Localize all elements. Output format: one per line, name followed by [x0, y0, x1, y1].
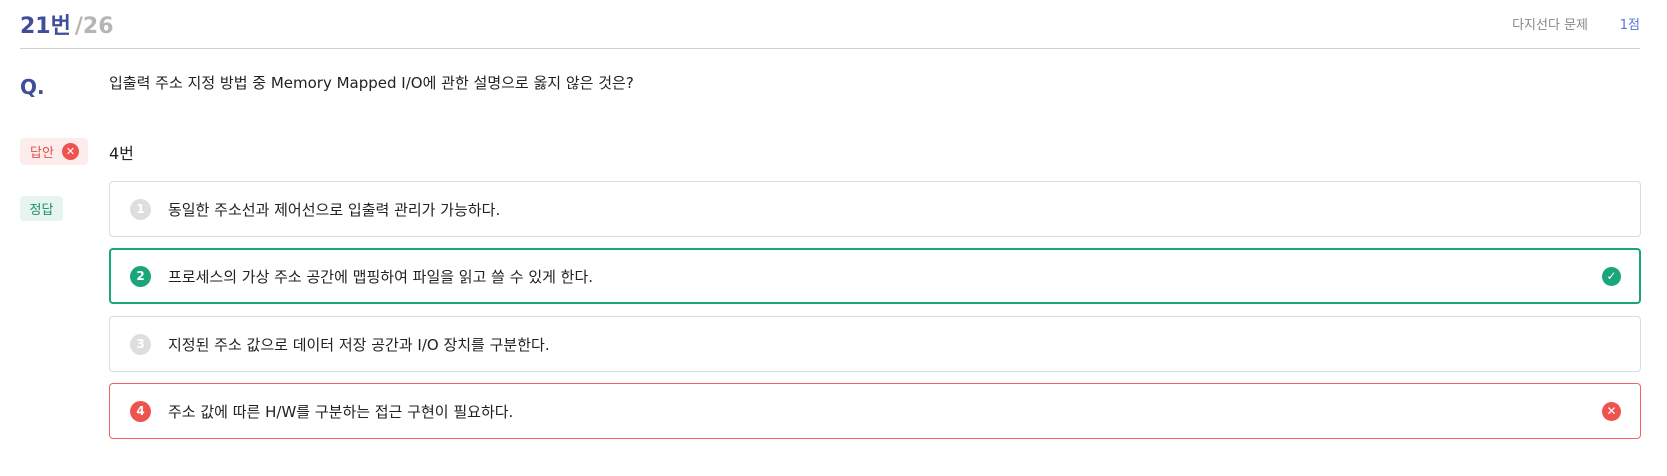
x-circle-icon: ✕ — [1602, 401, 1621, 421]
question-text: 입출력 주소 지정 방법 중 Memory Mapped I/O에 관한 설명으… — [109, 74, 634, 92]
question-type: 다지선다 문제 — [1512, 18, 1588, 33]
option-number-badge: 1 — [130, 198, 151, 220]
option-1[interactable]: 1 동일한 주소선과 제어선으로 입출력 관리가 가능하다. — [109, 181, 1641, 237]
question-points: 1점 — [1619, 18, 1640, 33]
option-text: 지정된 주소 값으로 데이터 저장 공간과 I/O 장치를 구분한다. — [168, 335, 550, 354]
option-text: 주소 값에 따른 H/W를 구분하는 접근 구현이 필요하다. — [168, 402, 514, 421]
question-header: 21번/26 다지선다 문제 1점 — [20, 0, 1640, 49]
option-2[interactable]: 2 프로세스의 가상 주소 공간에 맵핑하여 파일을 읽고 쓸 수 있게 한다.… — [109, 248, 1641, 304]
answer-label: 답안 — [30, 146, 54, 161]
option-number-badge: 3 — [130, 333, 151, 355]
check-circle-icon: ✓ — [1602, 266, 1621, 286]
option-3[interactable]: 3 지정된 주소 값으로 데이터 저장 공간과 I/O 장치를 구분한다. — [109, 316, 1641, 372]
answer-badge: 답안 ✕ — [20, 138, 88, 165]
x-circle-icon: ✕ — [61, 143, 79, 160]
option-text: 동일한 주소선과 제어선으로 입출력 관리가 가능하다. — [168, 200, 501, 219]
option-4[interactable]: 4 주소 값에 따른 H/W를 구분하는 접근 구현이 필요하다. ✕ — [109, 383, 1641, 439]
question-total: /26 — [74, 14, 114, 39]
question-label: Q. — [20, 75, 45, 99]
option-text: 프로세스의 가상 주소 공간에 맵핑하여 파일을 읽고 쓸 수 있게 한다. — [168, 267, 594, 286]
option-number-badge: 2 — [130, 265, 151, 287]
question-number-text: 21번 — [20, 14, 71, 39]
option-number-badge: 4 — [130, 400, 151, 422]
correct-answer-badge: 정답 — [20, 196, 63, 221]
question-number: 21번/26 — [20, 8, 114, 40]
correct-answer-label: 정답 — [29, 203, 54, 218]
answer-value: 4번 — [109, 144, 134, 163]
